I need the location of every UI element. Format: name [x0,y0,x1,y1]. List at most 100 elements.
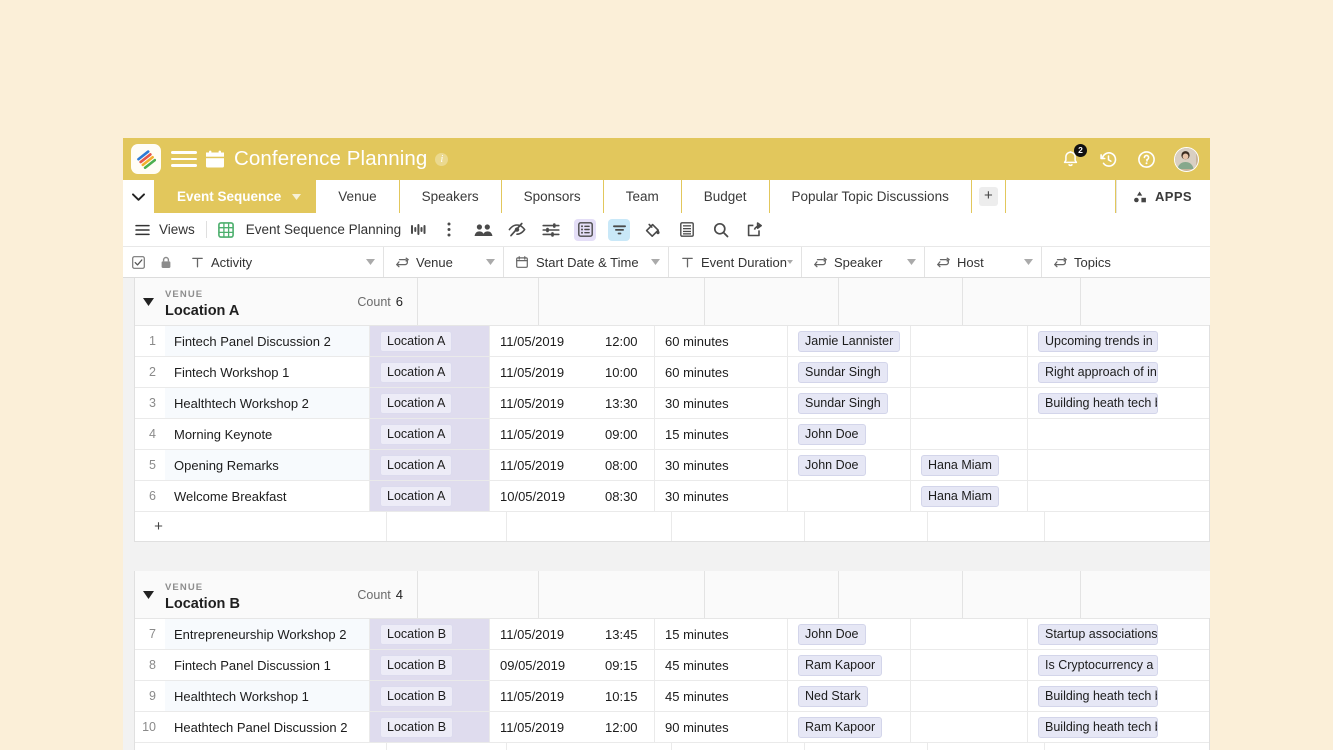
column-header-start-date-time[interactable]: Start Date & Time [504,247,669,277]
linked-record-chip[interactable]: Ram Kapoor [798,655,882,676]
cell-start-date-time[interactable]: 11/05/201913:30 [490,388,655,418]
user-avatar[interactable] [1174,147,1199,172]
linked-record-chip[interactable]: Location A [380,331,452,352]
linked-record-chip[interactable]: Hana Miam [921,486,999,507]
info-icon[interactable]: i [435,153,448,166]
cell-host[interactable] [911,388,1028,418]
chevron-down-icon[interactable] [366,259,375,265]
linked-record-chip[interactable]: Location B [380,655,453,676]
cell-topics[interactable] [1028,450,1168,480]
cell-start-date-time[interactable]: 11/05/201912:00 [490,326,655,356]
table-row[interactable]: 3Healthtech Workshop 2Location A11/05/20… [135,388,1209,419]
cell-event-duration[interactable]: 15 minutes [655,619,788,649]
collapse-icon[interactable] [409,221,426,238]
linked-record-chip[interactable]: Location A [380,486,452,507]
cell-venue[interactable]: Location B [370,712,490,742]
cell-activity[interactable]: Entrepreneurship Workshop 2 [165,619,370,649]
tab-sponsors[interactable]: Sponsors [502,180,603,213]
cell-event-duration[interactable]: 45 minutes [655,681,788,711]
cell-event-duration[interactable]: 60 minutes [655,357,788,387]
cell-activity[interactable]: Morning Keynote [165,419,370,449]
cell-event-duration[interactable]: 30 minutes [655,481,788,511]
cell-speaker[interactable]: Sundar Singh [788,357,911,387]
base-title-button[interactable]: Conference Planning i [205,147,448,171]
select-all-checkbox[interactable] [123,247,153,277]
cell-host[interactable]: Hana Miam [911,450,1028,480]
cell-activity[interactable]: Healthtech Workshop 2 [165,388,370,418]
group-header[interactable]: VENUELocation ACount6 [135,278,1209,326]
group-header[interactable]: VENUELocation BCount4 [135,571,1209,619]
cell-activity[interactable]: Heathtech Panel Discussion 2 [165,712,370,742]
current-view-name[interactable]: Event Sequence Planning [246,222,401,237]
table-row[interactable]: 1Fintech Panel Discussion 2Location A11/… [135,326,1209,357]
cell-host[interactable] [911,712,1028,742]
table-row[interactable]: 6Welcome BreakfastLocation A10/05/201908… [135,481,1209,512]
eye-slash-icon[interactable] [506,219,528,241]
cell-topics[interactable] [1028,481,1168,511]
linked-record-chip[interactable]: Jamie Lannister [798,331,900,352]
tab-speakers[interactable]: Speakers [400,180,501,213]
cell-activity[interactable]: Fintech Panel Discussion 2 [165,326,370,356]
cell-speaker[interactable]: Sundar Singh [788,388,911,418]
chevron-down-icon[interactable] [787,259,793,265]
cell-venue[interactable]: Location A [370,388,490,418]
linked-record-chip[interactable]: Location A [380,393,452,414]
cell-venue[interactable]: Location A [370,357,490,387]
linked-record-chip[interactable]: Location A [380,362,452,383]
cell-speaker[interactable]: Jamie Lannister [788,326,911,356]
sort-icon[interactable] [608,219,630,241]
group-header-main[interactable]: VENUELocation ACount6 [135,278,418,325]
linked-record-chip[interactable]: Location B [380,686,453,707]
column-header-event-duration[interactable]: Event Duration [669,247,802,277]
cell-host[interactable] [911,357,1028,387]
tab-budget[interactable]: Budget [682,180,769,213]
airtable-logo[interactable] [131,144,161,174]
cell-venue[interactable]: Location B [370,681,490,711]
linked-record-chip[interactable]: Location A [380,424,452,445]
cell-activity[interactable]: Welcome Breakfast [165,481,370,511]
linked-record-chip[interactable]: Location A [380,455,452,476]
cell-start-date-time[interactable]: 09/05/201909:15 [490,650,655,680]
cell-topics[interactable]: Building heath tech bu [1028,681,1168,711]
cell-host[interactable] [911,619,1028,649]
linked-record-chip[interactable]: Building heath tech bu [1038,393,1158,414]
linked-record-chip[interactable]: Ned Stark [798,686,868,707]
paint-bucket-icon[interactable] [642,219,664,241]
filter-sliders-icon[interactable] [540,219,562,241]
linked-record-chip[interactable]: Sundar Singh [798,393,888,414]
table-row[interactable]: 5Opening RemarksLocation A11/05/201908:0… [135,450,1209,481]
tab-list-chevron[interactable] [123,180,154,213]
cell-event-duration[interactable]: 90 minutes [655,712,788,742]
column-header-topics[interactable]: Topics [1042,247,1182,277]
column-header-speaker[interactable]: Speaker [802,247,925,277]
cell-host[interactable] [911,419,1028,449]
cell-speaker[interactable] [788,481,911,511]
column-header-activity[interactable]: Activity [179,247,384,277]
cell-host[interactable] [911,681,1028,711]
table-row[interactable]: 7Entrepreneurship Workshop 2Location B11… [135,619,1209,650]
more-vertical-icon[interactable] [438,219,460,241]
add-table-button[interactable]: + [972,180,1005,213]
column-header-host[interactable]: Host [925,247,1042,277]
linked-record-chip[interactable]: Location B [380,717,453,738]
table-row[interactable]: 9Healthtech Workshop 1Location B11/05/20… [135,681,1209,712]
cell-speaker[interactable]: Ned Stark [788,681,911,711]
cell-host[interactable] [911,326,1028,356]
cell-venue[interactable]: Location B [370,650,490,680]
cell-event-duration[interactable]: 30 minutes [655,388,788,418]
cell-venue[interactable]: Location B [370,619,490,649]
hamburger-menu-icon[interactable] [171,146,197,172]
cell-event-duration[interactable]: 30 minutes [655,450,788,480]
cell-event-duration[interactable]: 15 minutes [655,419,788,449]
cell-topics[interactable]: Is Cryptocurrency a F [1028,650,1168,680]
linked-record-chip[interactable]: Building heath tech bu [1038,686,1158,707]
cell-speaker[interactable]: John Doe [788,450,911,480]
cell-host[interactable] [911,650,1028,680]
chevron-down-icon[interactable] [907,259,916,265]
cell-activity[interactable]: Opening Remarks [165,450,370,480]
linked-record-chip[interactable]: Sundar Singh [798,362,888,383]
group-icon[interactable] [574,219,596,241]
cell-start-date-time[interactable]: 11/05/201910:00 [490,357,655,387]
cell-activity[interactable]: Fintech Workshop 1 [165,357,370,387]
chevron-down-icon[interactable] [651,259,660,265]
